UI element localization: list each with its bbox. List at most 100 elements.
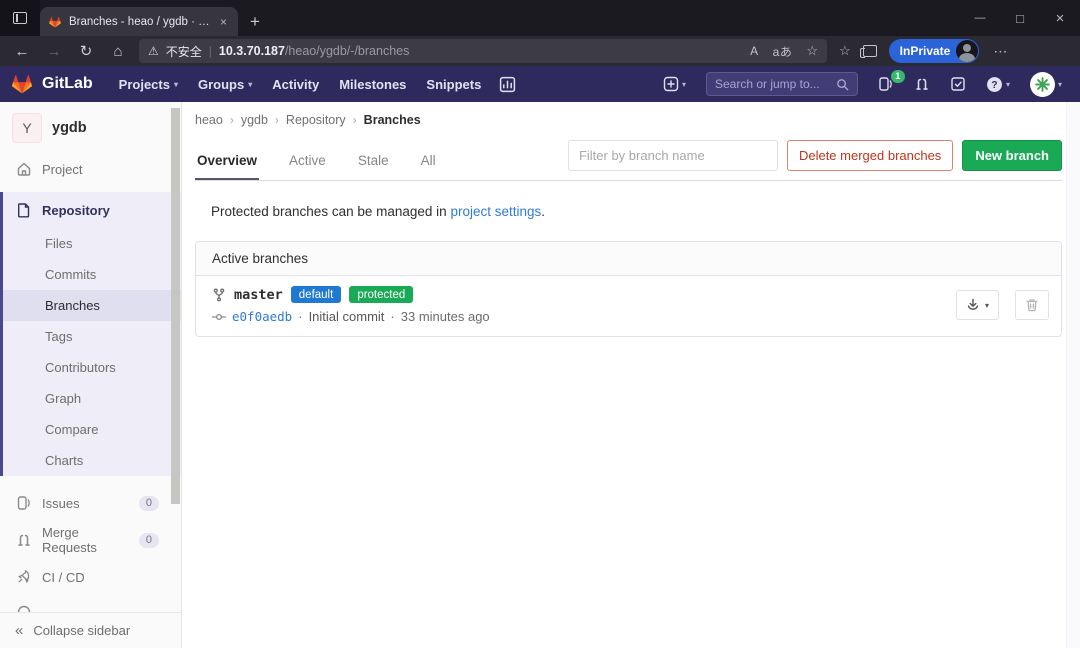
user-menu-button[interactable]: ▾: [1022, 72, 1070, 97]
sidebar-item-merge-requests[interactable]: Merge Requests 0: [0, 523, 181, 557]
url-host: 10.3.70.187: [219, 44, 285, 58]
gitlab-navbar: GitLab Projects▾ Groups▾ Activity Milest…: [0, 66, 1080, 102]
tab-title: Branches - heao / ygdb · GitLab: [69, 16, 210, 28]
sidebar-item-issues[interactable]: Issues 0: [0, 486, 181, 520]
project-settings-link[interactable]: project settings: [450, 204, 541, 219]
tab-close-button[interactable]: ×: [217, 15, 230, 29]
not-secure-warning-icon: ⚠: [148, 44, 159, 58]
navbar-merge-requests-button[interactable]: [906, 76, 938, 92]
navbar-todos-button[interactable]: [942, 76, 974, 92]
nav-projects[interactable]: Projects▾: [109, 77, 188, 92]
issues-icon: [16, 495, 32, 511]
new-branch-button[interactable]: New branch: [962, 140, 1062, 171]
download-artifacts-button[interactable]: ▾: [956, 290, 999, 320]
browser-titlebar: Branches - heao / ygdb · GitLab × + — □ …: [0, 0, 1080, 36]
branches-controls-row: Overview Active Stale All Delete merged …: [195, 140, 1062, 181]
forward-button[interactable]: →: [39, 38, 69, 64]
favorites-bar-icon[interactable]: ☆: [839, 43, 851, 59]
branch-tabs: Overview Active Stale All: [195, 144, 438, 180]
add-favorite-star-icon[interactable]: ☆: [806, 43, 818, 59]
sidebar-item-tags[interactable]: Tags: [3, 321, 181, 352]
window-controls: — □ ×: [960, 0, 1080, 36]
project-avatar: Y: [12, 113, 42, 143]
default-badge: default: [291, 286, 342, 303]
tab-overview[interactable]: Overview: [195, 144, 259, 180]
merge-request-icon: [16, 532, 32, 548]
tab-all[interactable]: All: [419, 144, 438, 180]
breadcrumb-repository[interactable]: Repository: [286, 113, 346, 127]
sidebar-item-charts[interactable]: Charts: [3, 445, 181, 476]
commit-sha-link[interactable]: e0f0aedb: [232, 309, 292, 324]
navbar-issues-button[interactable]: 1: [870, 76, 902, 92]
nav-groups[interactable]: Groups▾: [188, 77, 262, 92]
back-button[interactable]: ←: [7, 38, 37, 64]
sidebar-item-repository[interactable]: Repository: [3, 192, 181, 228]
sidebar-scrollbar[interactable]: [171, 108, 180, 504]
tab-actions-menu-button[interactable]: [0, 0, 40, 36]
translate-icon[interactable]: aあ: [773, 43, 793, 60]
todo-check-icon: [950, 76, 966, 92]
sidebar-item-graph[interactable]: Graph: [3, 383, 181, 414]
page-scrollbar[interactable]: [1066, 102, 1080, 648]
gitlab-brand[interactable]: GitLab: [10, 72, 93, 96]
sidebar-item-project[interactable]: Project: [0, 152, 181, 186]
branch-name[interactable]: master: [234, 287, 283, 303]
global-search[interactable]: [706, 72, 858, 96]
sidebar-item-compare[interactable]: Compare: [3, 414, 181, 445]
download-icon: [966, 298, 980, 312]
delete-merged-branches-button[interactable]: Delete merged branches: [787, 140, 953, 171]
nav-chart-icon[interactable]: [491, 76, 524, 93]
refresh-button[interactable]: ↻: [71, 38, 101, 64]
chevron-down-icon: ▾: [985, 301, 989, 310]
browser-toolbar: ← → ↻ ⌂ ⚠ 不安全 | 10.3.70.187/heao/ygdb/-/…: [0, 36, 1080, 66]
tab-stale[interactable]: Stale: [356, 144, 391, 180]
address-bar[interactable]: ⚠ 不安全 | 10.3.70.187/heao/ygdb/-/branches…: [139, 39, 827, 63]
user-avatar: [1030, 72, 1055, 97]
delete-branch-button[interactable]: [1015, 290, 1049, 320]
new-menu-button[interactable]: ▾: [655, 76, 694, 92]
chevron-down-icon: ▾: [174, 80, 178, 89]
breadcrumb-project[interactable]: ygdb: [241, 113, 268, 127]
mr-count-badge: 0: [139, 533, 159, 548]
help-menu-button[interactable]: ? ▾: [978, 76, 1018, 93]
active-branches-card: Active branches master default protected: [195, 241, 1062, 337]
branch-icon: [212, 288, 226, 302]
nav-snippets[interactable]: Snippets: [416, 77, 491, 92]
branch-filter-input[interactable]: [568, 140, 778, 171]
minimize-button[interactable]: —: [960, 0, 1000, 36]
sidebar-item-contributors[interactable]: Contributors: [3, 352, 181, 383]
browser-tab-active[interactable]: Branches - heao / ygdb · GitLab ×: [40, 7, 238, 36]
close-button[interactable]: ×: [1040, 0, 1080, 36]
help-icon: ?: [986, 76, 1003, 93]
sidebar-item-branches[interactable]: Branches: [3, 290, 181, 321]
breadcrumb-group[interactable]: heao: [195, 113, 223, 127]
project-context-header[interactable]: Y ygdb: [0, 102, 181, 152]
tab-active[interactable]: Active: [287, 144, 328, 180]
read-aloud-icon[interactable]: A: [750, 44, 759, 58]
gitlab-favicon: [48, 15, 62, 29]
search-input[interactable]: [715, 77, 836, 91]
nav-activity[interactable]: Activity: [262, 77, 329, 92]
repository-doc-icon: [16, 202, 32, 218]
inprivate-badge[interactable]: InPrivate: [889, 39, 980, 63]
security-label[interactable]: 不安全: [166, 43, 202, 60]
plus-square-icon: [663, 76, 679, 92]
merge-request-icon: [914, 76, 930, 92]
sidebar-item-files[interactable]: Files: [3, 228, 181, 259]
issues-count-badge: 1: [891, 70, 905, 83]
settings-more-icon[interactable]: ⋯: [993, 43, 1008, 60]
sidebar-item-commits[interactable]: Commits: [3, 259, 181, 290]
commit-message[interactable]: Initial commit: [309, 309, 385, 324]
collapse-sidebar-button[interactable]: « Collapse sidebar: [0, 612, 181, 648]
profile-avatar: [956, 40, 978, 62]
new-tab-button[interactable]: +: [238, 12, 272, 36]
nav-milestones[interactable]: Milestones: [329, 77, 416, 92]
browser-window: Branches - heao / ygdb · GitLab × + — □ …: [0, 0, 1080, 648]
commit-time: 33 minutes ago: [401, 309, 490, 324]
sidebar-item-cicd[interactable]: CI / CD: [0, 560, 181, 594]
home-button[interactable]: ⌂: [103, 38, 133, 64]
maximize-button[interactable]: □: [1000, 0, 1040, 36]
chevron-down-icon: ▾: [248, 80, 252, 89]
collections-icon[interactable]: [863, 45, 877, 57]
search-icon: [836, 78, 849, 91]
